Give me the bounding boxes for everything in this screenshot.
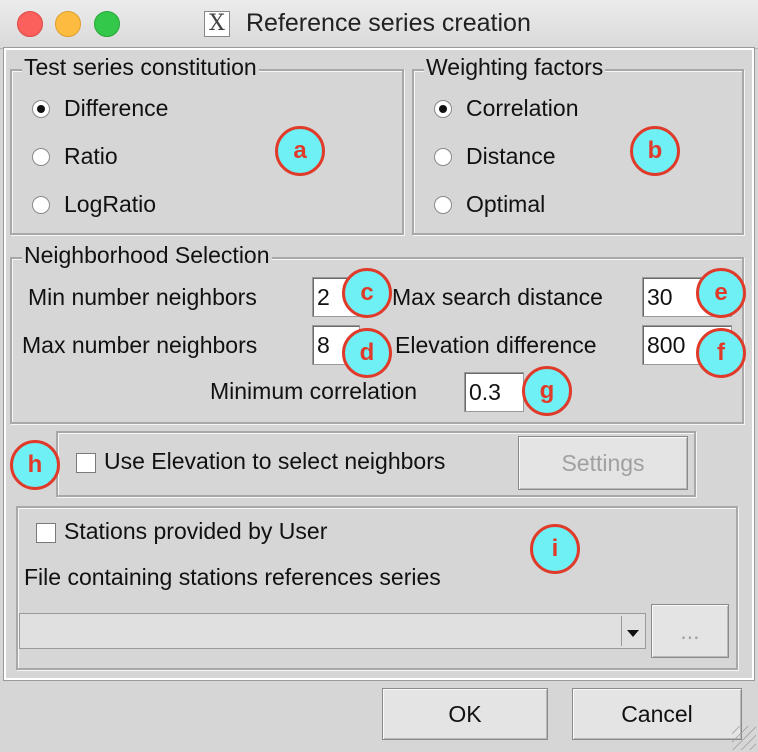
settings-button[interactable]: Settings [518,436,688,490]
annotation-badge-i: i [530,524,580,574]
ok-button[interactable]: OK [382,688,548,740]
browse-button[interactable]: ... [651,604,729,658]
stations-user-checkbox[interactable] [36,523,56,543]
radio-logratio[interactable] [32,196,50,214]
radio-ratio-label[interactable]: Ratio [64,143,118,170]
radio-distance-label[interactable]: Distance [466,143,555,170]
chevron-down-icon[interactable] [621,616,643,646]
x11-icon: X [204,11,230,37]
elevation-difference-label: Elevation difference [395,332,597,358]
radio-optimal-label[interactable]: Optimal [466,191,545,218]
radio-distance[interactable] [434,148,452,166]
radio-correlation-label[interactable]: Correlation [466,95,579,122]
file-stations-label: File containing stations references seri… [24,564,441,590]
max-search-distance-label: Max search distance [392,284,603,310]
stations-user-label[interactable]: Stations provided by User [64,518,327,545]
neighborhood-group-title: Neighborhood Selection [22,242,272,269]
annotation-badge-a: a [275,126,325,176]
minimum-correlation-label: Minimum correlation [210,378,418,404]
annotation-badge-h: h [10,440,60,490]
annotation-badge-g: g [522,366,572,416]
test-series-group-title: Test series constitution [22,54,259,81]
max-neighbors-label: Max number neighbors [22,332,258,358]
cancel-button[interactable]: Cancel [572,688,742,740]
use-elevation-label[interactable]: Use Elevation to select neighbors [104,448,445,475]
stations-file-combobox[interactable] [19,613,646,649]
close-window-button[interactable] [17,11,43,37]
radio-correlation[interactable] [434,100,452,118]
annotation-badge-b: b [630,126,680,176]
radio-ratio[interactable] [32,148,50,166]
annotation-badge-e: e [696,268,746,318]
minimize-window-button[interactable] [55,11,81,37]
radio-optimal[interactable] [434,196,452,214]
radio-difference-label[interactable]: Difference [64,95,168,122]
radio-difference[interactable] [32,100,50,118]
radio-logratio-label[interactable]: LogRatio [64,191,156,218]
annotation-badge-f: f [696,328,746,378]
weighting-group [412,69,744,235]
use-elevation-checkbox[interactable] [76,453,96,473]
minimum-correlation-input[interactable]: 0.3 [464,372,524,412]
annotation-badge-c: c [342,268,392,318]
window-title: Reference series creation [246,9,531,37]
title-bar: X Reference series creation [0,0,758,49]
weighting-group-title: Weighting factors [424,54,606,81]
zoom-window-button[interactable] [94,11,120,37]
resize-grip-icon[interactable] [732,726,756,750]
annotation-badge-d: d [342,328,392,378]
min-neighbors-label: Min number neighbors [28,284,257,310]
